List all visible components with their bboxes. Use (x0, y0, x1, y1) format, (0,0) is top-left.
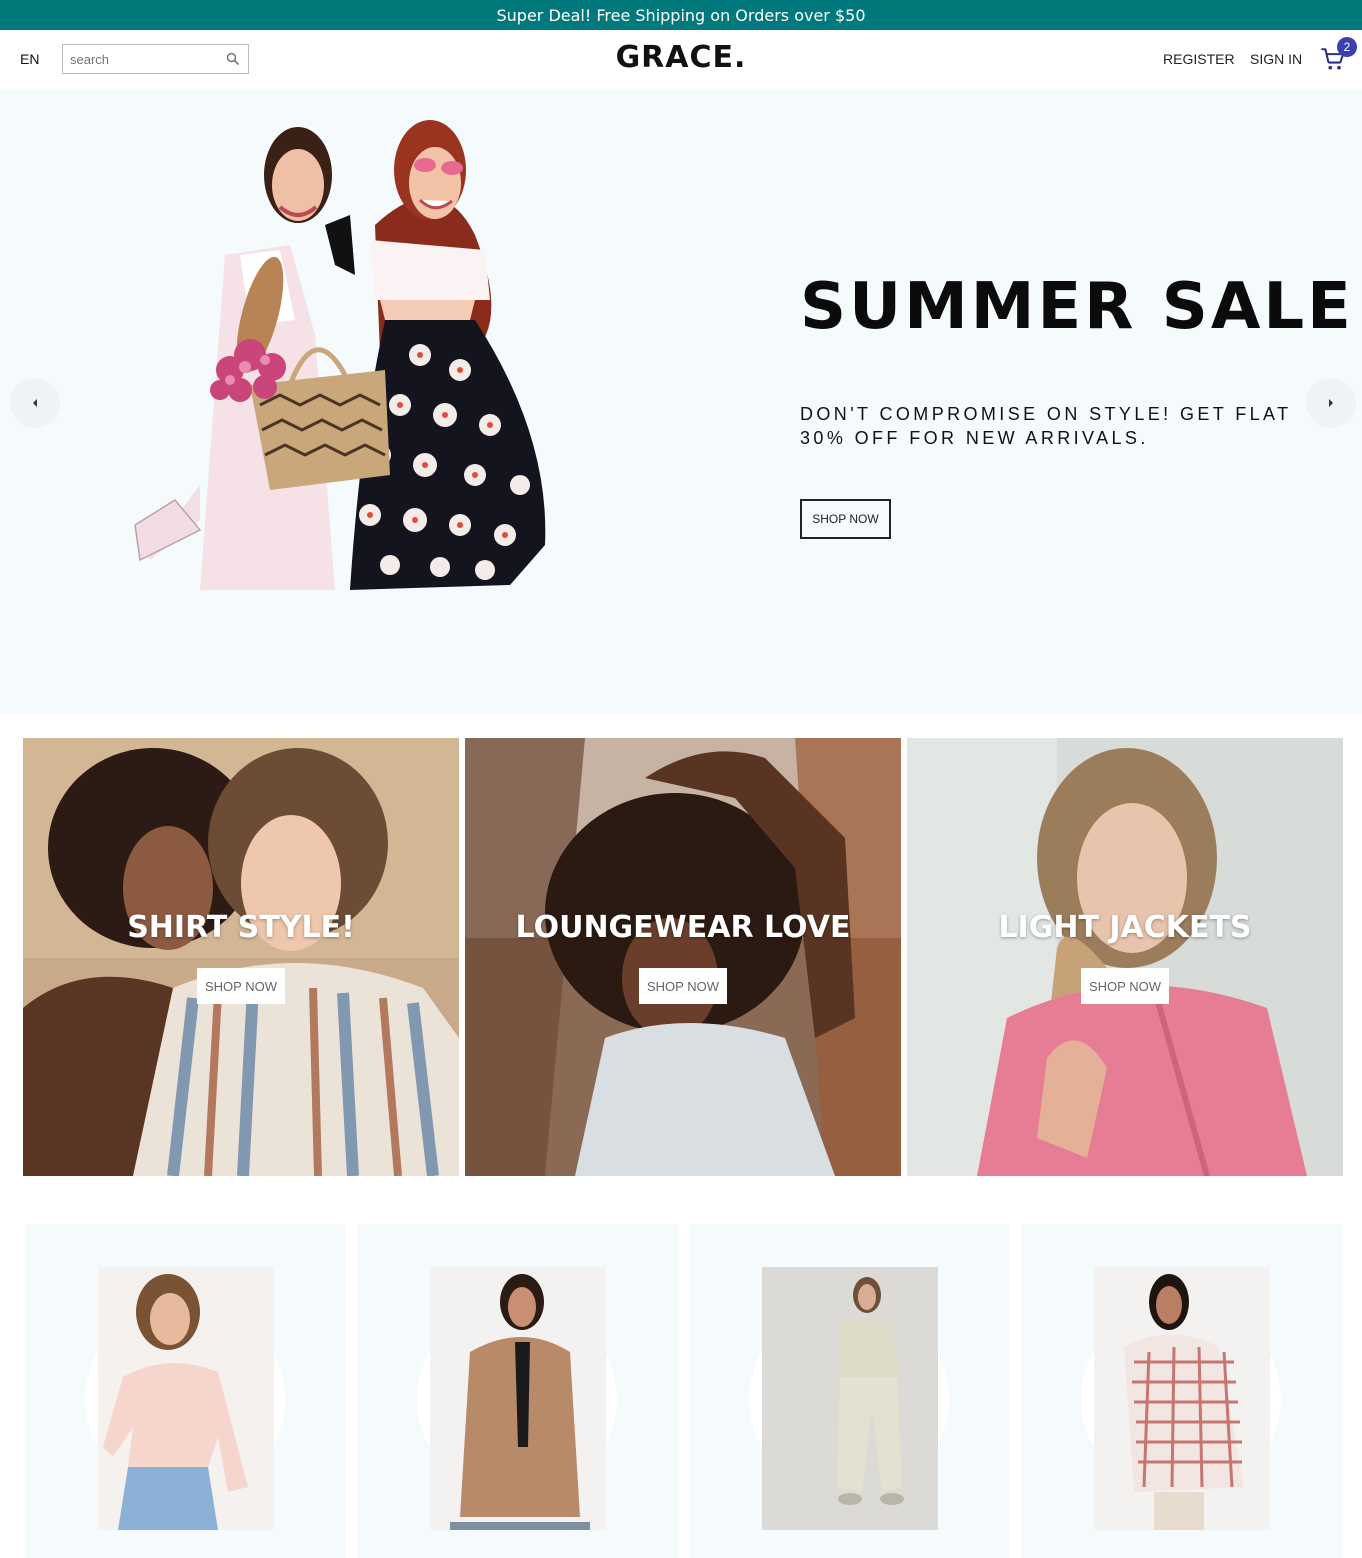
product-image[interactable] (98, 1267, 274, 1530)
product-card[interactable] (357, 1224, 678, 1558)
hero-shop-now-button[interactable]: SHOP NOW (800, 499, 891, 539)
category-card-shirt-style[interactable]: SHIRT STYLE! SHOP NOW (23, 738, 459, 1176)
category-title: LIGHT JACKETS (998, 910, 1252, 945)
product-card[interactable] (1021, 1224, 1342, 1558)
hero-image (134, 120, 546, 590)
category-image (465, 738, 901, 1176)
category-title: LOUNGEWEAR LOVE (515, 910, 851, 945)
cart-count-badge: 2 (1337, 37, 1357, 57)
slider-next-button[interactable] (1306, 378, 1356, 428)
product-image[interactable] (1094, 1267, 1270, 1530)
product-card[interactable] (25, 1224, 346, 1558)
category-image (23, 738, 459, 1176)
arrow-left-icon (33, 399, 37, 407)
register-link[interactable]: REGISTER (1163, 51, 1235, 67)
category-shop-now-button[interactable]: SHOP NOW (639, 968, 727, 1004)
category-grid: SHIRT STYLE! SHOP NOW LOUNGEWEAR LOVE SH… (23, 738, 1343, 1176)
product-image[interactable] (762, 1267, 938, 1530)
category-image (907, 738, 1343, 1176)
announcement-bar: Super Deal! Free Shipping on Orders over… (0, 0, 1362, 30)
slider-prev-button[interactable] (10, 378, 60, 428)
navbar: EN GRACE. REGISTER SIGN IN (0, 30, 1362, 90)
hero-description: DON'T COMPROMISE ON STYLE! GET FLAT 30% … (800, 404, 1292, 448)
product-grid (25, 1224, 1342, 1558)
arrow-right-icon (1329, 399, 1333, 407)
category-title: SHIRT STYLE! (127, 910, 355, 945)
signin-link[interactable]: SIGN IN (1250, 51, 1302, 67)
brand-logo[interactable]: GRACE. (0, 40, 1362, 75)
category-card-loungewear-love[interactable]: LOUNGEWEAR LOVE SHOP NOW (465, 738, 901, 1176)
hero-slider: SUMMER SALE DON'T COMPROMISE ON STYLE! G… (0, 90, 1362, 714)
category-shop-now-button[interactable]: SHOP NOW (197, 968, 285, 1004)
product-card[interactable] (689, 1224, 1010, 1558)
product-image[interactable] (430, 1267, 606, 1530)
hero-title: SUMMER SALE (800, 270, 1354, 344)
category-card-light-jackets[interactable]: LIGHT JACKETS SHOP NOW (907, 738, 1343, 1176)
announcement-text: Super Deal! Free Shipping on Orders over… (496, 5, 866, 25)
category-shop-now-button[interactable]: SHOP NOW (1081, 968, 1169, 1004)
